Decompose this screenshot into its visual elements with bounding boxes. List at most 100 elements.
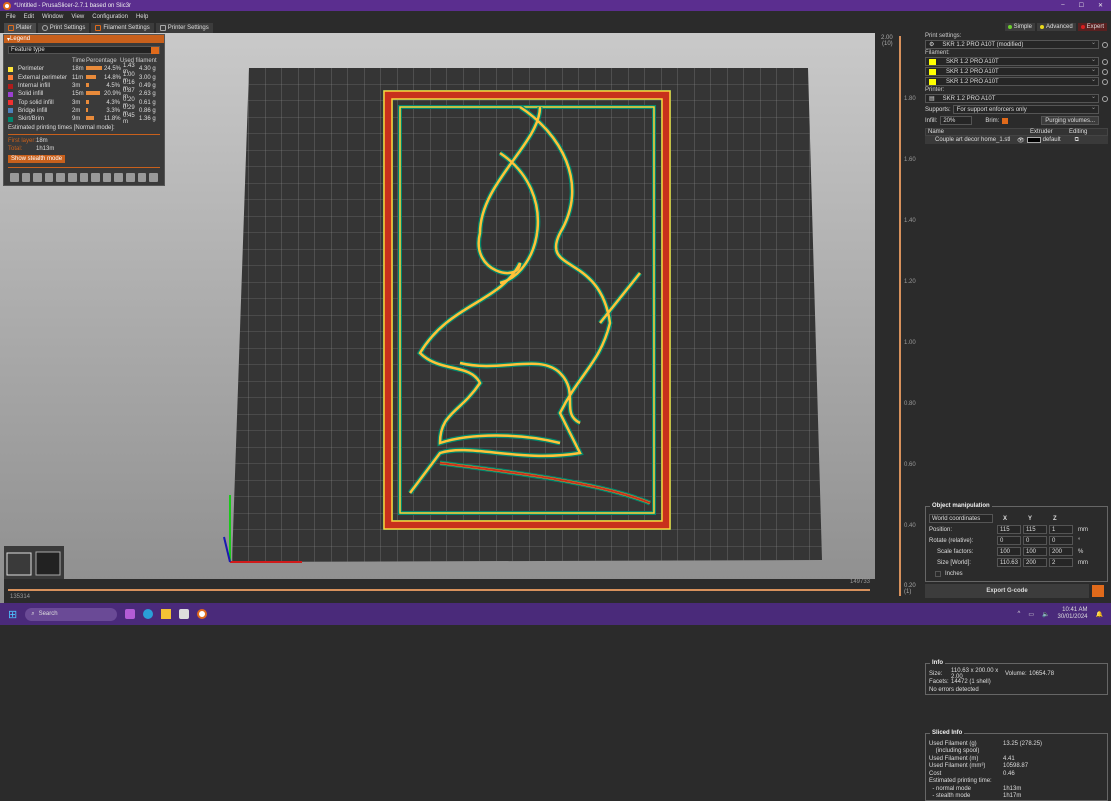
tool-marker-icon[interactable] — [149, 173, 158, 183]
legend-header[interactable]: ▾ Legend — [4, 35, 164, 43]
manip-z-field[interactable]: 2 — [1049, 558, 1073, 567]
manip-x-field[interactable]: 110.63 — [997, 558, 1021, 567]
menu-help[interactable]: Help — [136, 14, 148, 20]
legend-row[interactable]: Skirt/Brim 9m 11.8% 0.45 m 1.36 g — [4, 113, 164, 126]
object-extruder[interactable]: default — [1043, 137, 1061, 143]
send-to-device-icon[interactable] — [1092, 585, 1104, 597]
tab-plater[interactable]: Plater — [4, 22, 36, 33]
sidebar: Print settings: ⚙ SKR 1.2 PRO A10T (modif… — [922, 33, 1111, 801]
inches-checkbox[interactable] — [935, 570, 941, 577]
edit-icon[interactable]: ⧉ — [1075, 137, 1079, 144]
color-changes-icon[interactable] — [91, 173, 100, 183]
print-settings-combo[interactable]: ⚙ SKR 1.2 PRO A10T (modified) — [925, 39, 1099, 49]
deretractions-icon[interactable] — [56, 173, 66, 183]
settings-gear-icon[interactable] — [1102, 79, 1108, 85]
manip-z-field[interactable]: 0 — [1049, 536, 1073, 545]
mode-simple-button[interactable]: Simple — [1004, 23, 1035, 31]
menu-file[interactable]: File — [6, 14, 16, 20]
manip-y-field[interactable]: 200 — [1023, 558, 1047, 567]
close-button[interactable]: ✕ — [1098, 2, 1103, 9]
store-icon[interactable] — [179, 609, 190, 619]
shells-icon[interactable] — [137, 173, 147, 183]
feature-weight: 0.49 g — [139, 83, 156, 90]
manip-y-field[interactable]: 0 — [1023, 536, 1047, 545]
menu-view[interactable]: View — [71, 14, 84, 20]
settings-gear-icon[interactable] — [1102, 96, 1108, 102]
volume-icon[interactable]: 🔈 — [1042, 611, 1049, 618]
manip-x-field[interactable]: 0 — [997, 536, 1021, 545]
taskbar-search[interactable]: ⌕ Search — [25, 607, 118, 621]
travel-icon[interactable] — [21, 173, 31, 183]
layer-slider-track[interactable] — [899, 36, 901, 596]
legend-row[interactable]: Perimeter 18m 24.5% 1.43 m 4.30 g — [4, 63, 164, 75]
brim-checkbox[interactable] — [1002, 117, 1009, 124]
legend-row[interactable]: Solid infill 15m 20.9% 0.87 m 2.63 g — [4, 88, 164, 100]
manip-x-field[interactable]: 115 — [997, 525, 1021, 534]
infill-combo[interactable]: 20% — [940, 116, 973, 125]
supports-combo[interactable]: For support enforcers only — [952, 104, 1099, 114]
menu-configuration[interactable]: Configuration — [92, 14, 128, 20]
filament-combo[interactable]: SKR 1.2 PRO A10T — [925, 76, 1099, 86]
tab-print-settings[interactable]: Print Settings — [37, 22, 90, 33]
copilot-icon[interactable] — [125, 609, 136, 619]
layer-slider[interactable]: 2.00 (10) 0.20 (1) 1.80 1.60 1.40 1.20 1.00 0… — [875, 33, 922, 603]
settings-gear-icon[interactable] — [1102, 59, 1108, 65]
legend-row[interactable]: Top solid infill 3m 4.3% 0.20 m 0.61 g — [4, 97, 164, 109]
layer-tick-label: 0.60 — [904, 462, 916, 468]
export-gcode-button[interactable]: Export G-code — [925, 584, 1089, 598]
edge-icon[interactable] — [143, 609, 154, 619]
filament-combo[interactable]: SKR 1.2 PRO A10T — [925, 56, 1099, 66]
coordinates-select[interactable]: World coordinates — [929, 514, 993, 523]
menu-edit[interactable]: Edit — [24, 14, 34, 20]
manip-y-field[interactable]: 100 — [1023, 547, 1047, 556]
settings-gear-icon[interactable] — [1102, 42, 1108, 48]
legend-row[interactable]: Bridge infill 2m 3.3% 0.29 m 0.86 g — [4, 105, 164, 117]
tray-chevron-icon[interactable]: ^ — [1018, 611, 1021, 617]
combo-value: SKR 1.2 PRO A10T — [946, 58, 999, 65]
wipe-icon[interactable] — [33, 173, 42, 183]
manip-z-field[interactable]: 1 — [1049, 525, 1073, 534]
maximize-button[interactable]: ☐ — [1079, 2, 1084, 9]
filament-icon — [95, 24, 102, 31]
mode-advanced-button[interactable]: Advanced — [1036, 23, 1076, 31]
tab-filament-settings[interactable]: Filament Settings — [91, 22, 154, 33]
file-explorer-icon[interactable] — [161, 609, 172, 619]
printer-combo[interactable]: ▤ SKR 1.2 PRO A10T — [925, 93, 1099, 103]
clock-time[interactable]: 10:41 AM — [1057, 607, 1087, 614]
notification-bell-icon[interactable]: 🔔 — [1096, 611, 1103, 618]
network-icon[interactable]: ▭ — [1028, 611, 1034, 618]
tool-changes-icon[interactable] — [79, 173, 89, 183]
legend-row[interactable]: External perimeter 11m 14.8% 1.00 m 3.00 g — [4, 72, 164, 84]
menu-window[interactable]: Window — [42, 14, 63, 20]
manip-z-field[interactable]: 200 — [1049, 547, 1073, 556]
prusaslicer-taskbar-icon[interactable] — [197, 609, 208, 619]
combo-value: SKR 1.2 PRO A10T (modified) — [942, 41, 1024, 48]
tab-printer-settings[interactable]: Printer Settings — [155, 22, 213, 33]
toolpaths-icon[interactable] — [10, 173, 19, 183]
clock-date[interactable]: 30/01/2024 — [1057, 614, 1087, 621]
printer-icon — [159, 24, 166, 31]
legend-row[interactable]: Internal infill 3m 4.5% 0.16 m 0.49 g — [4, 80, 164, 92]
center-of-gravity-icon[interactable] — [126, 173, 135, 183]
mode-expert-button[interactable]: Expert — [1077, 23, 1107, 31]
seams-icon[interactable] — [68, 173, 77, 183]
feature-name: Perimeter — [18, 66, 45, 73]
eye-icon[interactable]: 👁 — [1017, 137, 1025, 144]
sliced-info-label: - stealth mode — [929, 793, 971, 800]
purging-volumes-button[interactable]: Purging volumes... — [1041, 116, 1099, 125]
errors-status: No errors detected — [929, 687, 979, 693]
object-list-row[interactable]: Couple art decor home_1.stl 👁 default ⧉ — [925, 136, 1108, 144]
minimize-button[interactable]: – — [1061, 2, 1064, 9]
filament-combo[interactable]: SKR 1.2 PRO A10T — [925, 66, 1099, 76]
custom-gcode-icon[interactable] — [114, 173, 124, 183]
windows-start-icon[interactable]: ⊞ — [8, 608, 17, 621]
sliced-info-label: Used Filament (g) — [929, 740, 977, 747]
view-type-select[interactable]: Feature type — [8, 46, 160, 54]
feature-length: 0.45 m — [123, 113, 135, 126]
pause-prints-icon[interactable] — [102, 173, 112, 183]
settings-gear-icon[interactable] — [1102, 69, 1108, 75]
manip-x-field[interactable]: 100 — [997, 547, 1021, 556]
manip-y-field[interactable]: 115 — [1023, 525, 1047, 534]
retractions-icon[interactable] — [44, 173, 54, 183]
show-stealth-mode-button[interactable]: Show stealth mode — [8, 155, 66, 164]
